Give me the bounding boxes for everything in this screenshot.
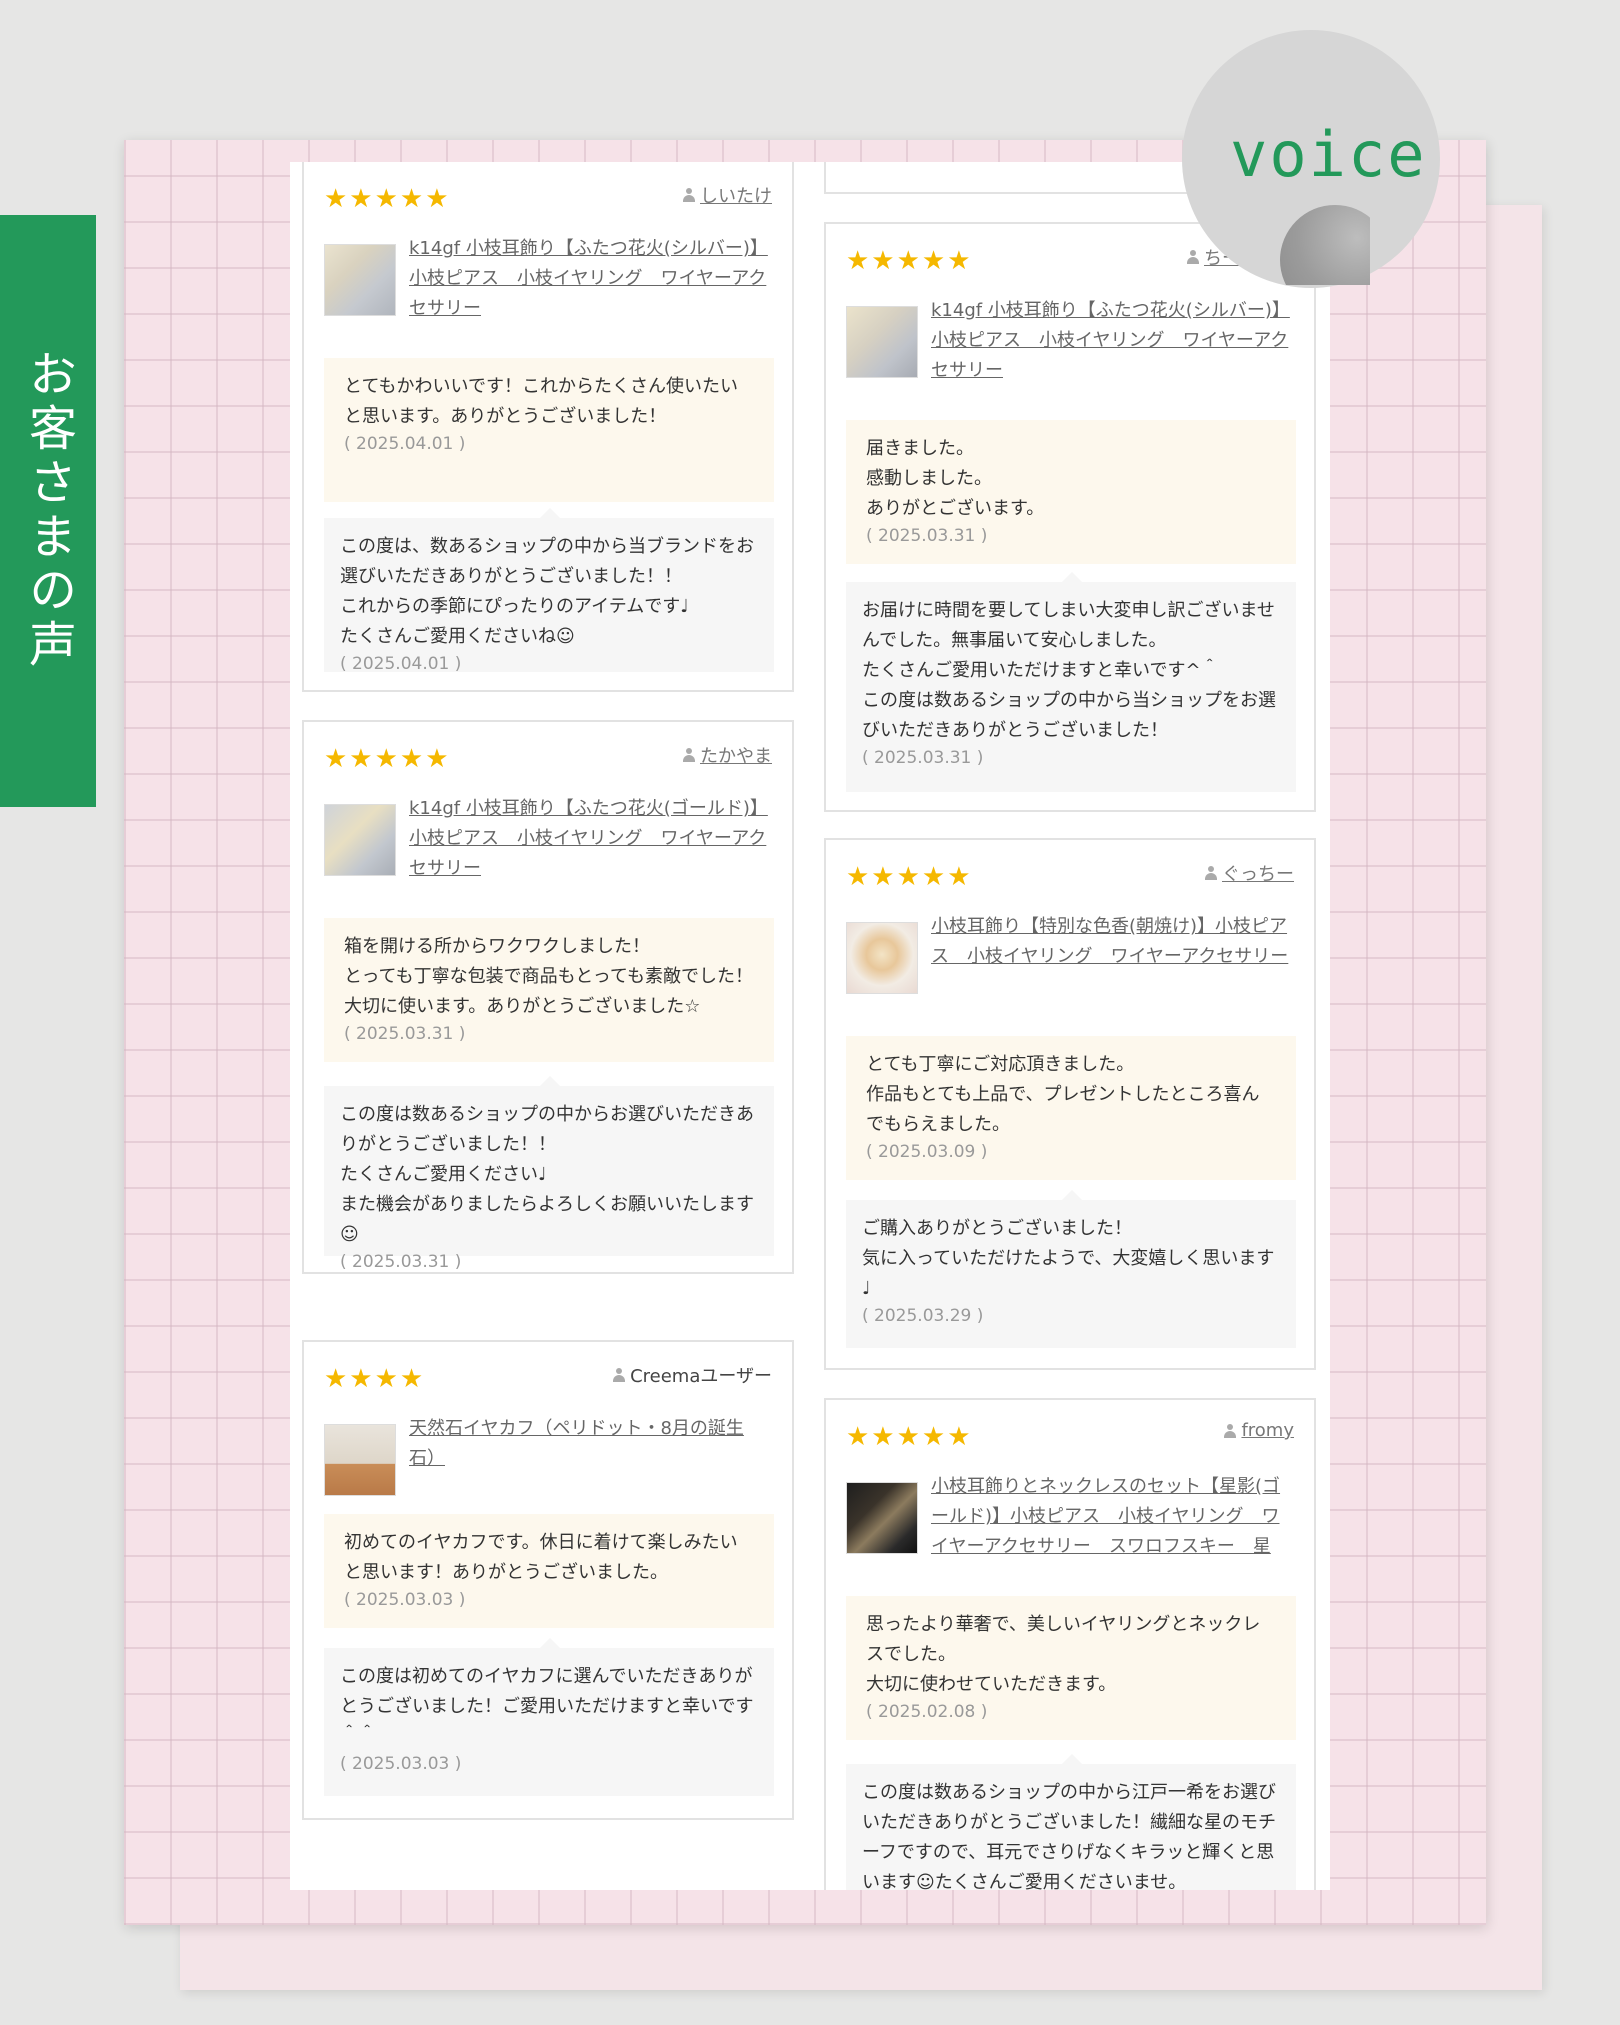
buyer-comment: とても丁寧にご対応頂きました。 作品もとても上品で、プレゼントしたところ喜んでも… [846, 1036, 1296, 1180]
reviewer-name: Creemaユーザー [630, 1366, 772, 1387]
reviewer-name: fromy [1241, 1420, 1294, 1441]
product-thumbnail[interactable] [324, 244, 396, 316]
rating-stars: ★★★★★ [324, 744, 451, 774]
shop-reply: お届けに時間を要してしまい大変申し訳ございませんでした。無事届いて安心しました。… [846, 572, 1296, 792]
product-link[interactable]: k14gf 小枝耳飾り【ふたつ花火(シルバー)】小枝ピアス 小枝イヤリング ワイ… [931, 296, 1291, 386]
buyer-date: ( 2025.02.08 ) [866, 1702, 988, 1722]
buyer-comment: 箱を開ける所からワクワクしました！ とっても丁寧な包装で商品もとっても素敵でした… [324, 918, 774, 1062]
reviewer[interactable]: ぐっちー [1204, 860, 1294, 886]
product-link[interactable]: 小枝耳飾りとネックレスのセット【星影(ゴールド)】小枝ピアス 小枝イヤリング ワ… [931, 1472, 1291, 1562]
shop-message: この度は、数あるショップの中から当ブランドをお選びいただきありがとうございました… [340, 536, 754, 647]
buyer-comment: 初めてのイヤカフです。休日に着けて楽しみたいと思います！ありがとうございました。… [324, 1514, 774, 1628]
product-link[interactable]: 天然石イヤカフ（ペリドット・8月の誕生石） [409, 1414, 769, 1474]
rating-stars: ★★★★ [324, 1364, 426, 1394]
user-icon [612, 1368, 626, 1382]
buyer-date: ( 2025.03.31 ) [344, 1024, 466, 1044]
reviewer-name: たかやま [700, 746, 772, 767]
voice-badge-text: voice [1230, 118, 1427, 191]
reviewer[interactable]: しいたけ [682, 182, 772, 208]
user-icon [1223, 1423, 1237, 1438]
product-link[interactable]: 小枝耳飾り【特別な色香(朝焼け)】小枝ピアス 小枝イヤリング ワイヤーアクセサリ… [931, 912, 1291, 972]
buyer-message: とても丁寧にご対応頂きました。 作品もとても上品で、プレゼントしたところ喜んでも… [866, 1054, 1260, 1135]
page-curl-icon [1270, 205, 1370, 285]
rating-stars: ★★★★★ [324, 184, 451, 214]
side-label-tab: お客さまの声 [0, 215, 96, 807]
product-link[interactable]: k14gf 小枝耳飾り【ふたつ花火(シルバー)】小枝ピアス 小枝イヤリング ワイ… [409, 234, 769, 324]
buyer-date: ( 2025.03.03 ) [344, 1590, 466, 1610]
review-card: ★★★★★ しいたけ k14gf 小枝耳飾り【ふたつ花火(シルバー)】小枝ピアス… [302, 162, 794, 692]
buyer-message: 初めてのイヤカフです。休日に着けて楽しみたいと思います！ありがとうございました。 [344, 1532, 738, 1583]
user-icon [1204, 866, 1218, 880]
review-card: ★★★★★ ちーちゃん k14gf 小枝耳飾り【ふたつ花火(シルバー)】小枝ピア… [824, 222, 1316, 812]
reviewer[interactable]: fromy [1223, 1420, 1294, 1441]
shop-message: この度は数あるショップの中からお選びいただきありがとうございました！！ たくさん… [340, 1104, 754, 1245]
reviewer-name: しいたけ [700, 186, 772, 207]
product-thumbnail[interactable] [324, 804, 396, 876]
product-thumbnail[interactable] [846, 306, 918, 378]
shop-reply: この度は数あるショップの中からお選びいただきありがとうございました！！ たくさん… [324, 1076, 774, 1272]
reviewer[interactable]: たかやま [682, 742, 772, 768]
shop-date: ( 2025.04.01 ) [340, 654, 462, 674]
shop-message: ご購入ありがとうございました！ 気に入っていただけたようで、大変嬉しく思います♩ [862, 1218, 1275, 1299]
product-link[interactable]: k14gf 小枝耳飾り【ふたつ花火(ゴールド)】小枝ピアス 小枝イヤリング ワイ… [409, 794, 769, 884]
review-card: ★★★★★ たかやま k14gf 小枝耳飾り【ふたつ花火(ゴールド)】小枝ピアス… [302, 720, 794, 1274]
reviewer: Creemaユーザー [612, 1362, 772, 1388]
rating-stars: ★★★★★ [846, 1422, 973, 1452]
buyer-date: ( 2025.03.31 ) [866, 526, 988, 546]
shop-reply: この度は初めてのイヤカフに選んでいただきありがとうございました！ご愛用いただけま… [324, 1638, 774, 1796]
shop-reply: この度は数あるショップの中から江戸一希をお選びいただきありがとうございました！繊… [846, 1754, 1296, 1890]
rating-stars: ★★★★★ [846, 862, 973, 892]
buyer-message: 思ったより華奢で、美しいイヤリングとネックレスでした。 大切に使わせていただきま… [866, 1614, 1261, 1695]
buyer-comment: とてもかわいいです！これからたくさん使いたいと思います。ありがとうございました！… [324, 358, 774, 502]
rating-stars: ★★★★★ [846, 246, 973, 276]
review-card: ★★★★★ ぐっちー 小枝耳飾り【特別な色香(朝焼け)】小枝ピアス 小枝イヤリン… [824, 838, 1316, 1370]
reviewer-name: ぐっちー [1222, 864, 1294, 885]
shop-reply: ご購入ありがとうございました！ 気に入っていただけたようで、大変嬉しく思います♩… [846, 1190, 1296, 1348]
shop-date: ( 2025.03.29 ) [862, 1306, 984, 1326]
buyer-comment: 届きました。 感動しました。 ありがとございます。 ( 2025.03.31 ) [846, 420, 1296, 564]
shop-date: ( 2025.03.31 ) [862, 748, 984, 768]
buyer-message: 箱を開ける所からワクワクしました！ とっても丁寧な包装で商品もとっても素敵でした… [344, 936, 753, 1017]
shop-message: お届けに時間を要してしまい大変申し訳ございませんでした。無事届いて安心しました。… [862, 600, 1276, 741]
buyer-message: 届きました。 感動しました。 ありがとございます。 [866, 438, 1045, 519]
shop-date: ( 2025.03.31 ) [340, 1252, 462, 1272]
product-thumbnail[interactable] [846, 1482, 918, 1554]
shop-message: この度は数あるショップの中から江戸一希をお選びいただきありがとうございました！繊… [862, 1782, 1276, 1890]
user-icon [1186, 250, 1200, 264]
shop-reply: この度は、数あるショップの中から当ブランドをお選びいただきありがとうございました… [324, 508, 774, 674]
buyer-date: ( 2025.04.01 ) [344, 434, 466, 454]
reviews-panel: ★★★★★ しいたけ k14gf 小枝耳飾り【ふたつ花火(シルバー)】小枝ピアス… [290, 162, 1330, 1890]
shop-message: この度は初めてのイヤカフに選んでいただきありがとうございました！ご愛用いただけま… [340, 1666, 754, 1747]
shop-date: ( 2025.03.03 ) [340, 1754, 462, 1774]
user-icon [682, 748, 696, 762]
review-card: ★★★★★ fromy 小枝耳飾りとネックレスのセット【星影(ゴールド)】小枝ピ… [824, 1398, 1316, 1890]
buyer-date: ( 2025.03.09 ) [866, 1142, 988, 1162]
side-label: お客さまの声 [20, 349, 76, 673]
buyer-message: とてもかわいいです！これからたくさん使いたいと思います。ありがとうございました！ [344, 376, 739, 427]
review-card: ★★★★ Creemaユーザー 天然石イヤカフ（ペリドット・8月の誕生石） 初め… [302, 1340, 794, 1820]
buyer-comment: 思ったより華奢で、美しいイヤリングとネックレスでした。 大切に使わせていただきま… [846, 1596, 1296, 1740]
product-thumbnail[interactable] [846, 922, 918, 994]
user-icon [682, 188, 696, 202]
product-thumbnail[interactable] [324, 1424, 396, 1496]
